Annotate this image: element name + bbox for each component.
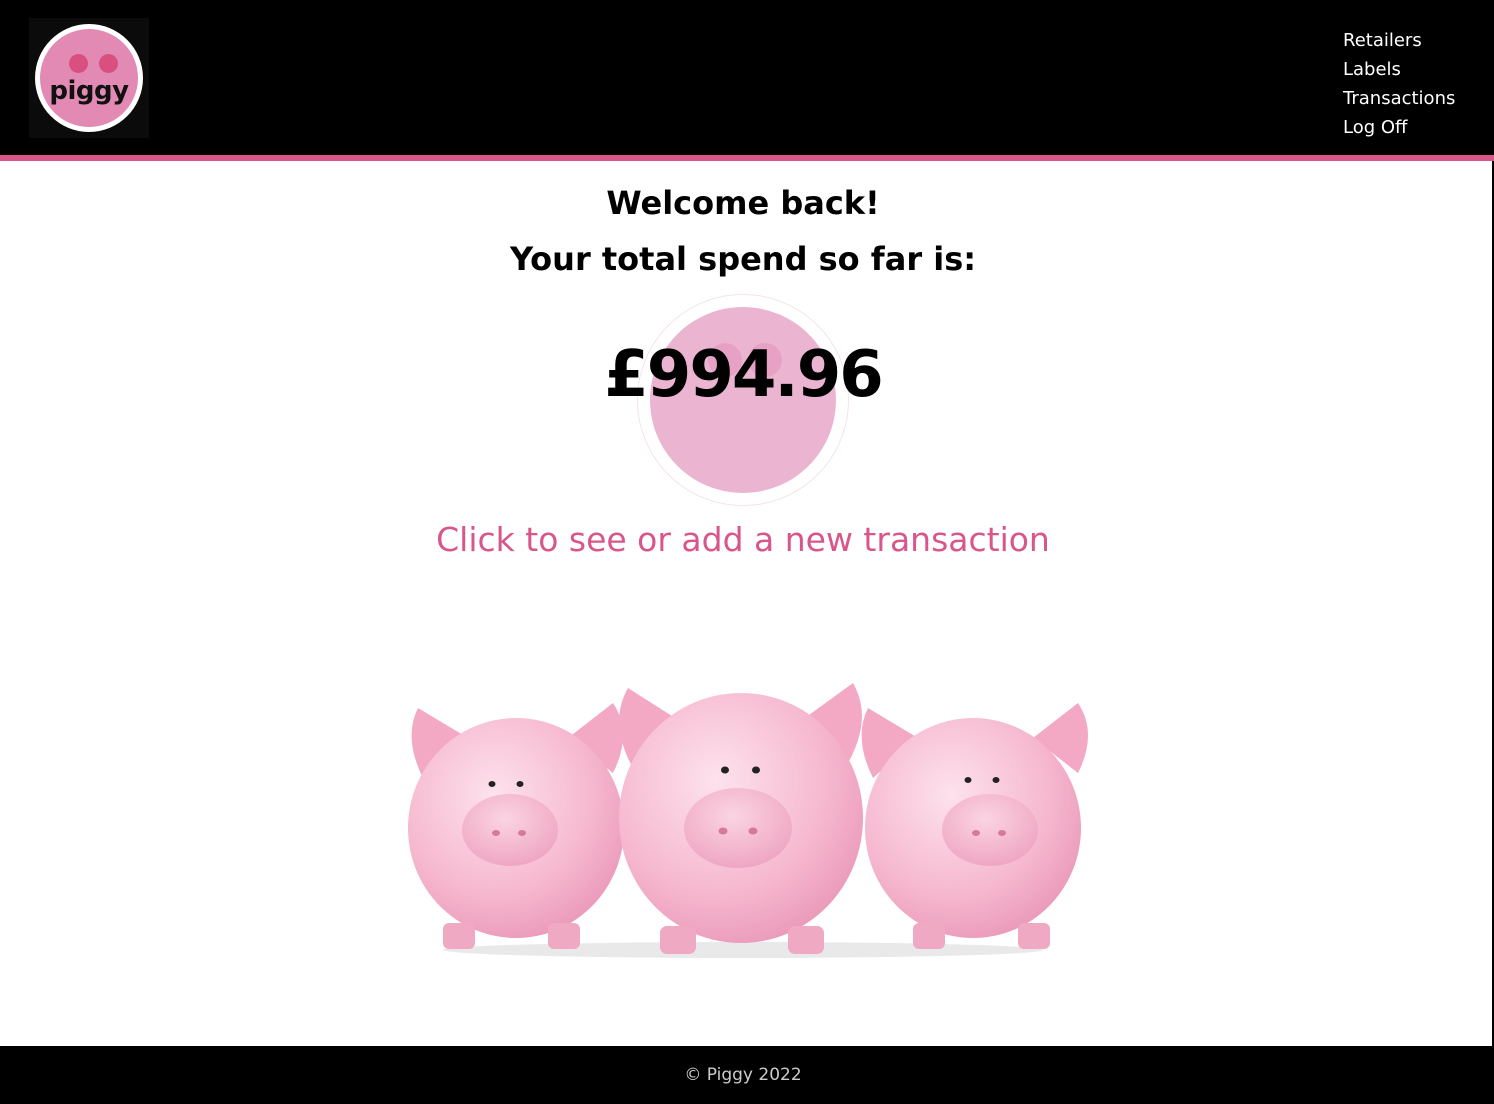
transactions-cta-link[interactable]: Click to see or add a new transaction xyxy=(0,520,1486,559)
total-spend-label: Your total spend so far is: xyxy=(509,240,977,278)
header-accent-stripe xyxy=(0,155,1494,161)
pig-middle xyxy=(619,683,863,954)
logo-text: piggy xyxy=(49,76,129,106)
nostril-icon xyxy=(69,54,88,73)
nav-link-log-off[interactable]: Log Off xyxy=(1343,117,1407,138)
pig-right xyxy=(861,703,1088,949)
main-nav: Retailers Labels Transactions Log Off xyxy=(1343,26,1455,142)
floor-shadow xyxy=(443,942,1043,958)
logo-icon: piggy xyxy=(40,29,138,127)
site-footer: © Piggy 2022 xyxy=(0,1046,1494,1104)
logo-ring: piggy xyxy=(35,24,143,132)
nostril-icon xyxy=(99,54,118,73)
nav-link-retailers[interactable]: Retailers xyxy=(1343,30,1422,51)
page: piggy Retailers Labels Transactions Log … xyxy=(0,0,1494,1104)
nav-link-transactions[interactable]: Transactions xyxy=(1343,88,1455,109)
site-header: piggy Retailers Labels Transactions Log … xyxy=(0,0,1494,155)
piggy-banks-image xyxy=(408,683,1088,958)
nav-item-transactions: Transactions xyxy=(1343,84,1455,113)
pig-left xyxy=(408,703,624,949)
copyright-text: © Piggy 2022 xyxy=(684,1065,802,1085)
logo-link[interactable]: piggy xyxy=(29,18,149,138)
nav-item-log-off: Log Off xyxy=(1343,113,1455,142)
total-spend-value: £994.96 xyxy=(604,338,884,412)
nav-item-labels: Labels xyxy=(1343,55,1455,84)
nav-item-retailers: Retailers xyxy=(1343,26,1455,55)
nav-link-labels[interactable]: Labels xyxy=(1343,59,1401,80)
welcome-heading: Welcome back! xyxy=(606,184,880,222)
